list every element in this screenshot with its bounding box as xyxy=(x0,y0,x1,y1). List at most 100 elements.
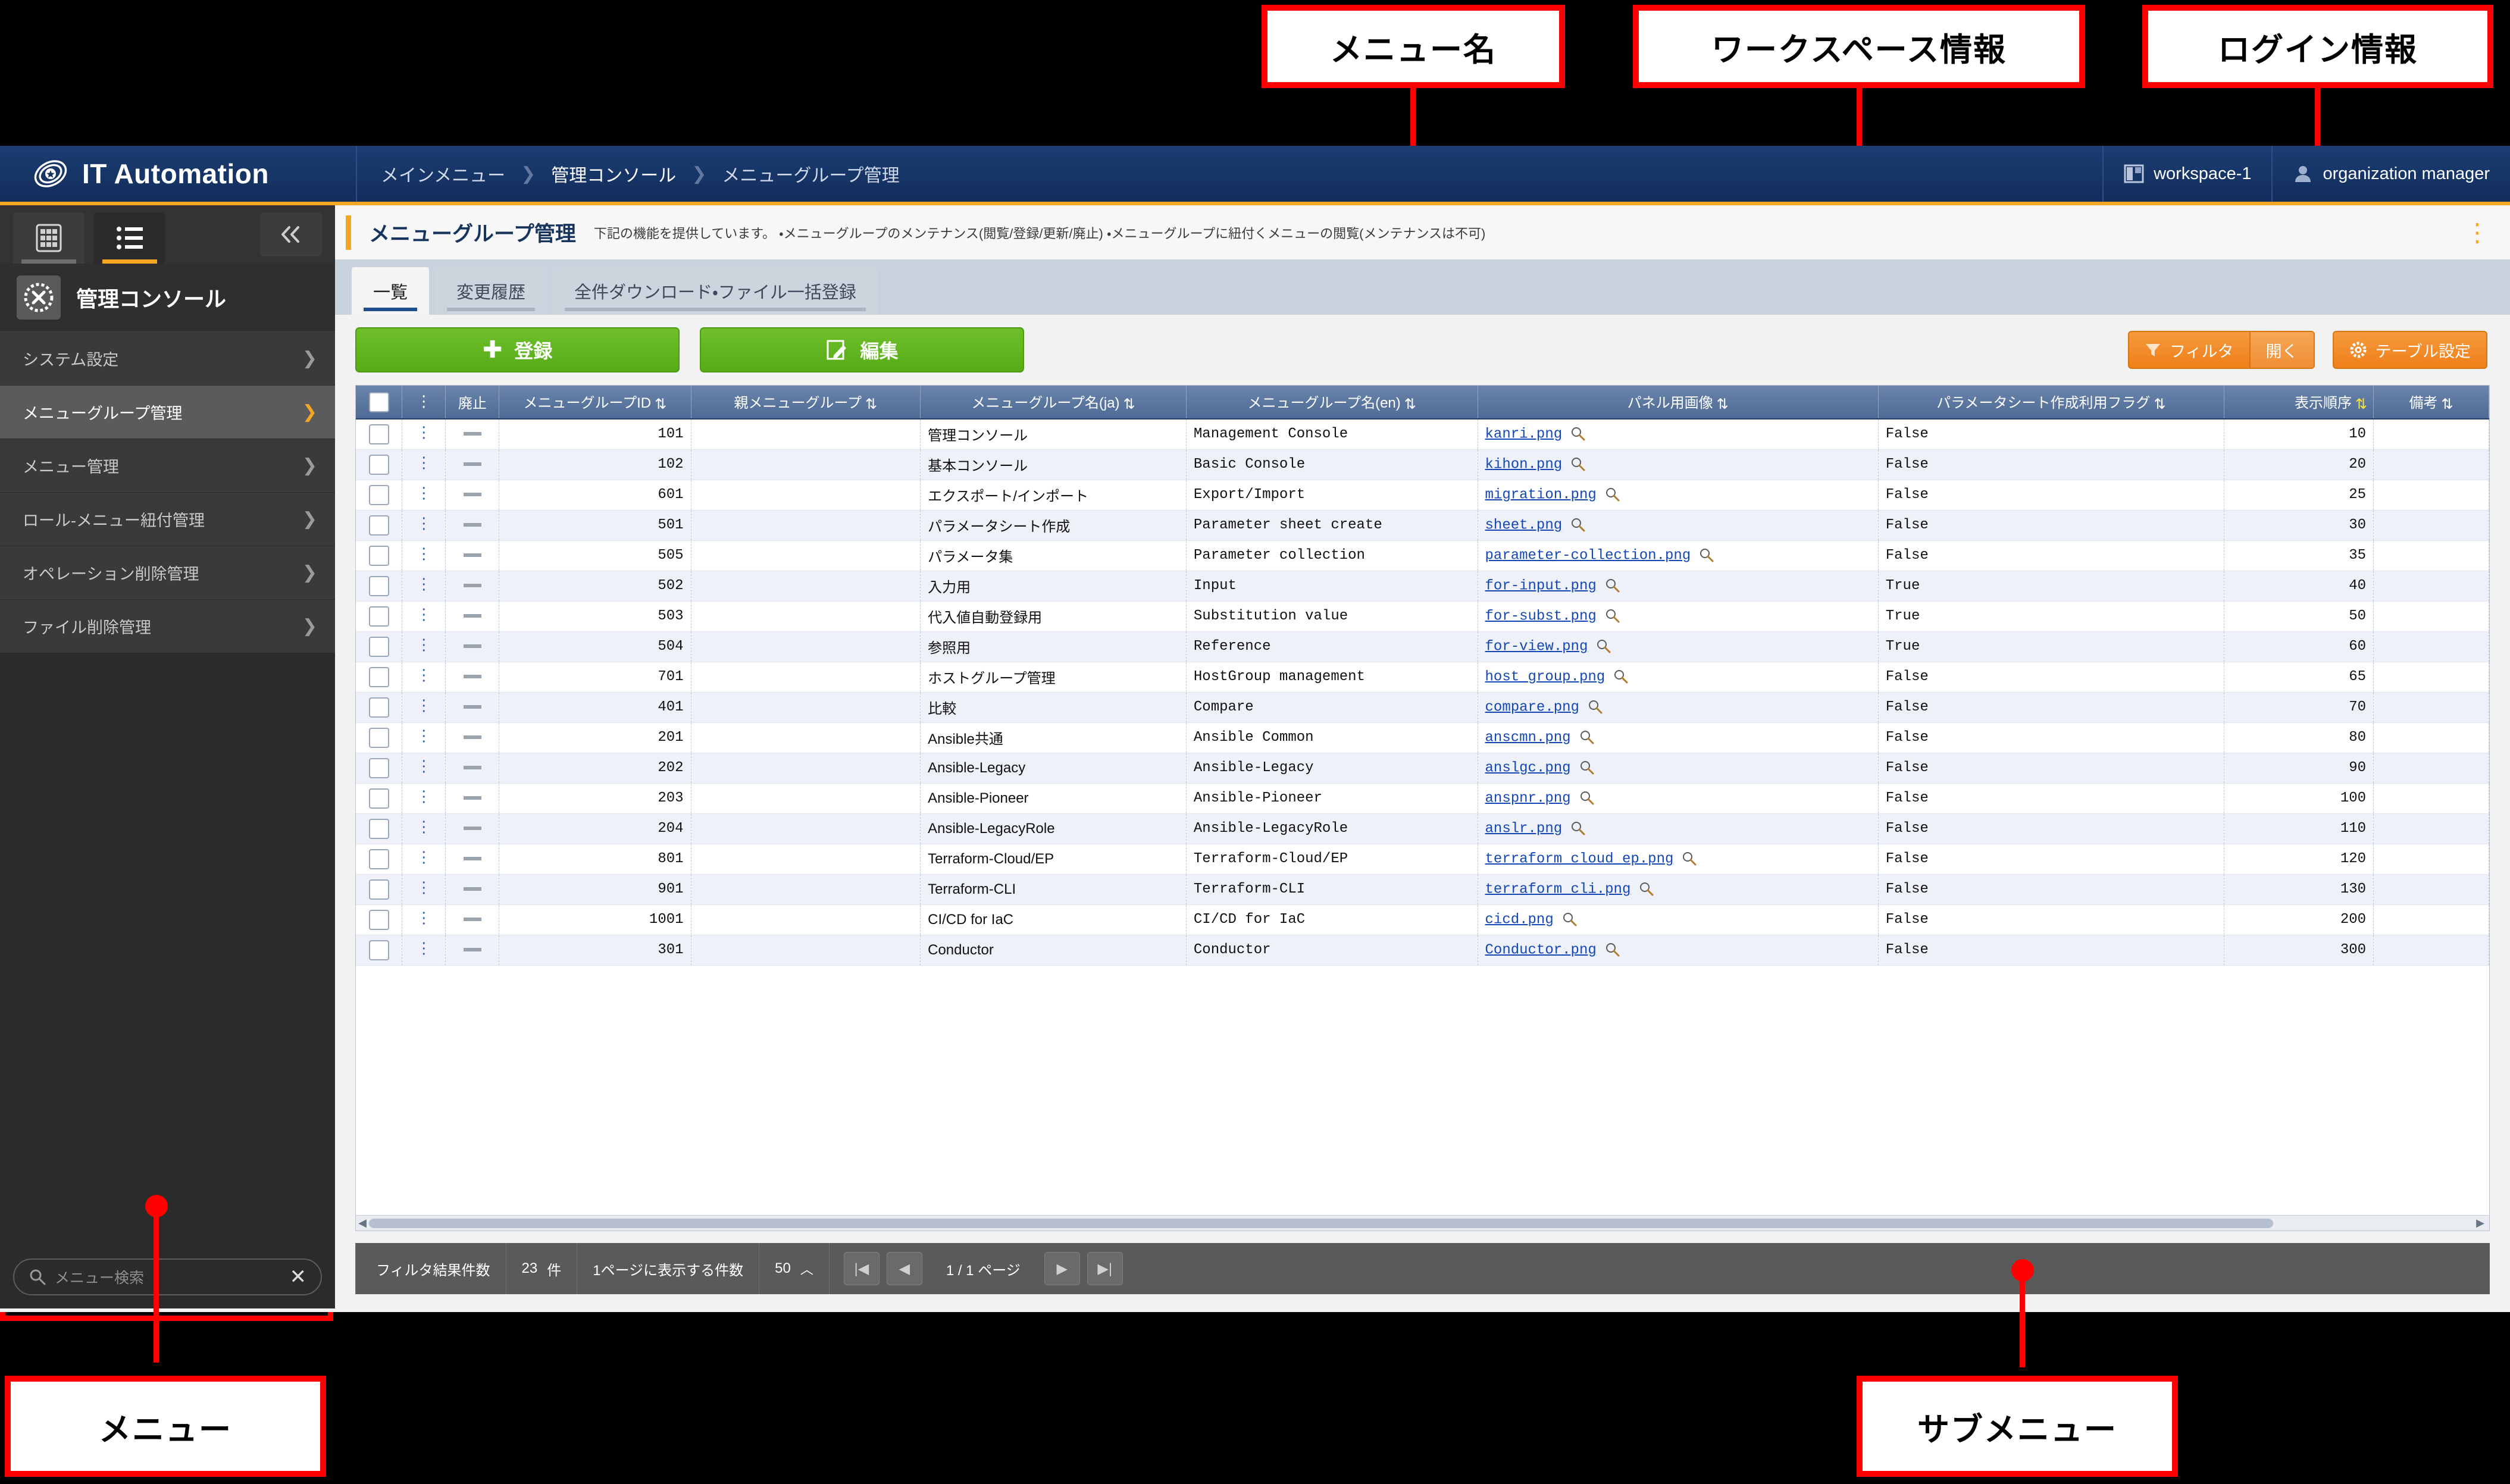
row-panel-image-cell[interactable]: terraform_cloud_ep.png xyxy=(1478,844,1878,874)
vertical-dots-icon[interactable]: ⋮ xyxy=(416,515,431,533)
row-menu-cell[interactable]: ⋮ xyxy=(402,783,446,813)
row-panel-image-cell[interactable]: sheet.png xyxy=(1478,510,1878,540)
vertical-dots-icon[interactable]: ⋮ xyxy=(416,879,431,897)
row-select-cell[interactable] xyxy=(356,722,402,753)
row-checkbox[interactable] xyxy=(369,788,389,809)
th-param-sheet-flag[interactable]: パラメータシート作成利用フラグ⇅ xyxy=(1878,386,2224,419)
vertical-dots-icon[interactable]: ⋮ xyxy=(416,546,431,563)
row-panel-image-cell[interactable]: kihon.png xyxy=(1478,449,1878,480)
magnifier-icon[interactable] xyxy=(1579,790,1595,806)
last-page-button[interactable]: ▶| xyxy=(1087,1252,1123,1285)
row-checkbox[interactable] xyxy=(369,819,389,839)
table-row[interactable]: ⋮301ConductorConductorConductor.pngFalse… xyxy=(356,935,2489,965)
vertical-dots-icon[interactable]: ⋮ xyxy=(416,940,431,958)
scroll-left-icon[interactable]: ◀ xyxy=(356,1217,369,1229)
row-menu-cell[interactable]: ⋮ xyxy=(402,480,446,510)
row-checkbox[interactable] xyxy=(369,455,389,475)
vertical-dots-icon[interactable]: ⋮ xyxy=(416,637,431,655)
user-chip[interactable]: organization manager xyxy=(2271,146,2510,202)
th-panel-image[interactable]: パネル用画像⇅ xyxy=(1478,386,1878,419)
sort-icon[interactable]: ⇅ xyxy=(2441,396,2453,413)
magnifier-icon[interactable] xyxy=(1605,942,1620,957)
row-select-cell[interactable] xyxy=(356,449,402,480)
table-row[interactable]: ⋮503代入値自動登録用Substitution valuefor-subst.… xyxy=(356,601,2489,631)
row-menu-cell[interactable]: ⋮ xyxy=(402,571,446,601)
sidebar-item-menu-group-management[interactable]: メニューグループ管理 ❯ xyxy=(0,386,335,439)
vertical-dots-icon[interactable]: ⋮ xyxy=(416,667,431,685)
table-row[interactable]: ⋮201Ansible共通Ansible Commonanscmn.pngFal… xyxy=(356,722,2489,753)
menu-search-box[interactable]: メニュー検索 ✕ xyxy=(13,1258,322,1295)
row-checkbox[interactable] xyxy=(369,910,389,930)
sort-icon[interactable]: ⇅ xyxy=(865,396,877,413)
row-panel-image-cell[interactable]: compare.png xyxy=(1478,692,1878,722)
panel-image-link[interactable]: terraform_cloud_ep.png xyxy=(1485,851,1674,867)
close-icon[interactable]: ✕ xyxy=(290,1265,307,1289)
row-checkbox[interactable] xyxy=(369,940,389,960)
panel-image-link[interactable]: anslr.png xyxy=(1485,821,1563,837)
row-select-cell[interactable] xyxy=(356,692,402,722)
row-menu-cell[interactable]: ⋮ xyxy=(402,874,446,904)
panel-image-link[interactable]: migration.png xyxy=(1485,487,1597,503)
table-settings-button[interactable]: テーブル設定 xyxy=(2333,331,2487,369)
panel-image-link[interactable]: kihon.png xyxy=(1485,456,1563,472)
panel-image-link[interactable]: kanri.png xyxy=(1485,426,1563,442)
panel-image-link[interactable]: Conductor.png xyxy=(1485,942,1597,958)
magnifier-icon[interactable] xyxy=(1605,578,1620,593)
row-panel-image-cell[interactable]: migration.png xyxy=(1478,480,1878,510)
panel-image-link[interactable]: for-view.png xyxy=(1485,638,1588,655)
sidebar-item-operation-delete-management[interactable]: オペレーション削除管理 ❯ xyxy=(0,546,335,600)
panel-image-link[interactable]: compare.png xyxy=(1485,699,1579,715)
sidebar-tab-grid-view[interactable] xyxy=(13,212,84,264)
vertical-dots-icon[interactable]: ⋮ xyxy=(416,424,431,442)
panel-image-link[interactable]: anslgc.png xyxy=(1485,760,1571,776)
row-menu-cell[interactable]: ⋮ xyxy=(402,753,446,783)
magnifier-icon[interactable] xyxy=(1562,912,1578,927)
filter-button[interactable]: フィルタ xyxy=(2129,332,2249,368)
breadcrumb-item-2[interactable]: メニューグループ管理 xyxy=(722,161,899,187)
page-options-kebab-icon[interactable]: ⋮ xyxy=(2465,225,2490,240)
vertical-dots-icon[interactable]: ⋮ xyxy=(416,728,431,746)
tab-bulk-download-upload[interactable]: 全件ダウンロード・ファイル一括登録 xyxy=(553,267,878,315)
breadcrumb-item-1[interactable]: 管理コンソール xyxy=(551,161,676,187)
table-row[interactable]: ⋮701ホストグループ管理HostGroup managementhost_gr… xyxy=(356,662,2489,692)
magnifier-icon[interactable] xyxy=(1682,851,1697,866)
row-menu-cell[interactable]: ⋮ xyxy=(402,904,446,935)
tab-change-history[interactable]: 変更履歴 xyxy=(435,267,547,315)
vertical-dots-icon[interactable]: ⋮ xyxy=(416,606,431,624)
row-menu-cell[interactable]: ⋮ xyxy=(402,510,446,540)
magnifier-icon[interactable] xyxy=(1605,608,1620,624)
panel-image-link[interactable]: terraform_cli.png xyxy=(1485,881,1631,897)
vertical-dots-icon[interactable]: ⋮ xyxy=(416,910,431,928)
vertical-dots-icon[interactable]: ⋮ xyxy=(416,697,431,715)
vertical-dots-icon[interactable]: ⋮ xyxy=(416,849,431,867)
row-panel-image-cell[interactable]: terraform_cli.png xyxy=(1478,874,1878,904)
row-checkbox[interactable] xyxy=(369,697,389,718)
vertical-dots-icon[interactable]: ⋮ xyxy=(416,819,431,837)
sidebar-item-role-menu-link-management[interactable]: ロール-メニュー紐付管理 ❯ xyxy=(0,493,335,546)
row-select-cell[interactable] xyxy=(356,631,402,662)
row-checkbox[interactable] xyxy=(369,485,389,505)
edit-button[interactable]: 編集 xyxy=(700,327,1024,372)
magnifier-icon[interactable] xyxy=(1596,638,1611,654)
row-checkbox[interactable] xyxy=(369,424,389,444)
row-checkbox[interactable] xyxy=(369,849,389,869)
sidebar-item-file-delete-management[interactable]: ファイル削除管理 ❯ xyxy=(0,600,335,653)
magnifier-icon[interactable] xyxy=(1588,699,1603,715)
horizontal-scroll-thumb[interactable] xyxy=(369,1219,2273,1228)
register-button[interactable]: ✚ 登録 xyxy=(355,327,680,372)
sort-icon-asc-active[interactable]: ⇅ xyxy=(2355,396,2367,413)
row-checkbox[interactable] xyxy=(369,606,389,627)
row-panel-image-cell[interactable]: for-input.png xyxy=(1478,571,1878,601)
row-select-cell[interactable] xyxy=(356,601,402,631)
row-panel-image-cell[interactable]: host_group.png xyxy=(1478,662,1878,692)
row-menu-cell[interactable]: ⋮ xyxy=(402,419,446,449)
magnifier-icon[interactable] xyxy=(1579,760,1595,775)
row-select-cell[interactable] xyxy=(356,935,402,965)
table-row[interactable]: ⋮202Ansible-LegacyAnsible-Legacyanslgc.p… xyxy=(356,753,2489,783)
table-row[interactable]: ⋮401比較Comparecompare.pngFalse70 xyxy=(356,692,2489,722)
row-select-cell[interactable] xyxy=(356,480,402,510)
magnifier-icon[interactable] xyxy=(1570,456,1586,472)
row-select-cell[interactable] xyxy=(356,844,402,874)
panel-image-link[interactable]: anspnr.png xyxy=(1485,790,1571,806)
select-all-checkbox[interactable] xyxy=(369,392,389,412)
